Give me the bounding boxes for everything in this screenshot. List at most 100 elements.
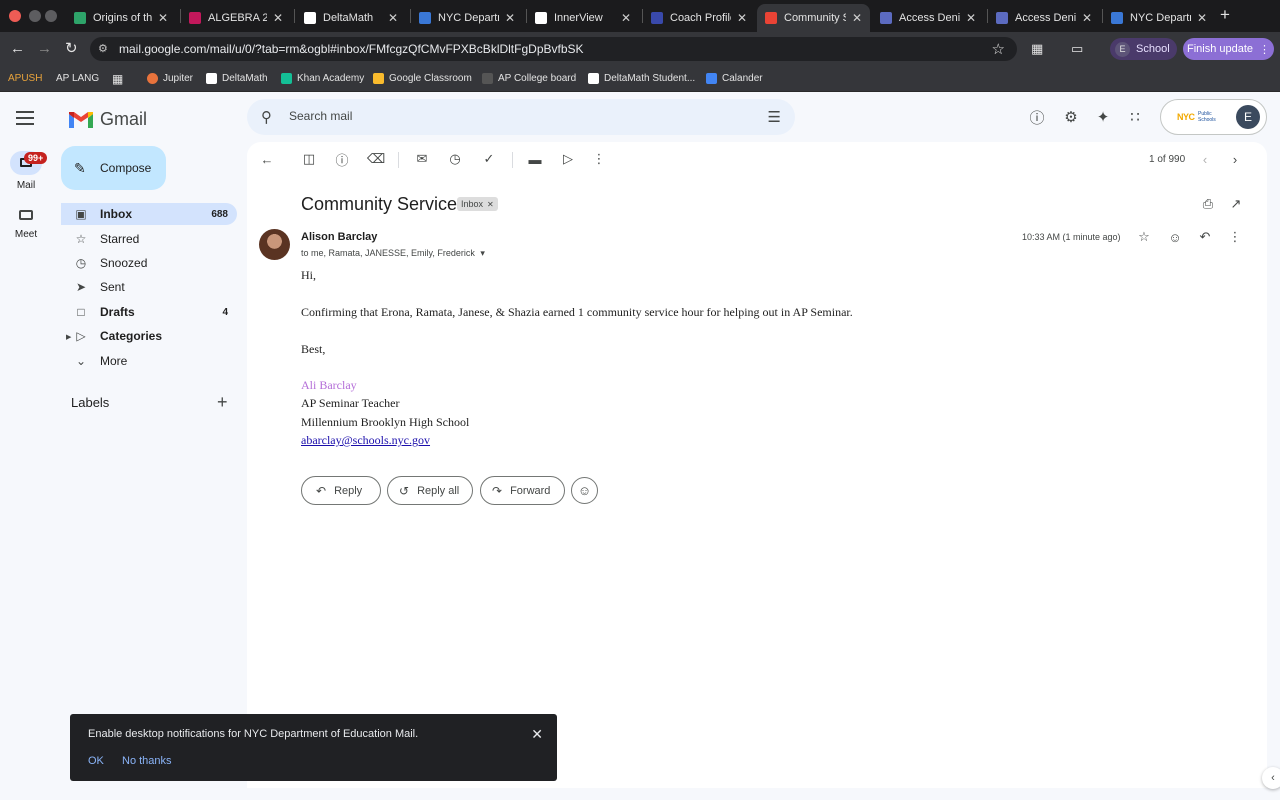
meet-icon[interactable] (19, 210, 33, 220)
forward-icon: ↷ (492, 483, 503, 498)
report-spam-icon[interactable]: ⓘ (334, 151, 350, 168)
sender-avatar[interactable] (259, 229, 290, 260)
bookmark-calander[interactable]: Calander (706, 73, 763, 84)
sidebar-item-inbox[interactable]: ▣ Inbox 688 (61, 203, 237, 225)
compose-button[interactable]: ✎ Compose (61, 146, 166, 190)
browser-tab[interactable]: NYC Departm ✕ (1103, 4, 1215, 32)
move-to-icon[interactable]: ▬ (527, 151, 543, 167)
more-options-icon[interactable]: ⋮ (591, 151, 607, 167)
tab-close-icon[interactable]: ✕ (1197, 11, 1207, 25)
search-input[interactable]: Search mail (289, 109, 352, 123)
emoji-reaction-button[interactable]: ☺ (571, 477, 598, 504)
browser-tab[interactable]: Origins of the ✕ (66, 4, 176, 32)
newer-chevron-icon[interactable]: ‹ (1197, 151, 1213, 167)
bookmark-deltamath[interactable]: DeltaMath (206, 73, 268, 84)
sidebar-item-sent[interactable]: ➤ Sent (61, 276, 237, 298)
cast-icon[interactable]: ▭ (1071, 41, 1083, 57)
browser-tab[interactable]: InnerView ✕ (527, 4, 639, 32)
print-icon[interactable]: ⎙ (1200, 196, 1216, 212)
add-task-icon[interactable]: ✓ (481, 151, 497, 167)
recipients-line[interactable]: to me, Ramata, JANESSE, Emily, Frederick… (301, 248, 485, 259)
older-chevron-icon[interactable]: › (1227, 151, 1243, 167)
address-bar[interactable]: ⚙ mail.google.com/mail/u/0/?tab=rm&ogbl#… (90, 37, 1017, 61)
search-options-icon[interactable]: ☰ (768, 108, 781, 126)
browser-tab[interactable]: Access Denie ✕ (872, 4, 984, 32)
tab-close-icon[interactable]: ✕ (158, 11, 168, 25)
bookmark-jupiter[interactable]: Jupiter (147, 73, 193, 84)
back-to-inbox-icon[interactable]: ← (259, 151, 275, 167)
snooze-icon[interactable]: ◷ (447, 151, 463, 167)
side-panel-toggle-icon[interactable]: ‹ (1262, 767, 1280, 789)
star-message-icon[interactable]: ☆ (1136, 229, 1152, 245)
add-label-icon[interactable]: + (217, 392, 228, 413)
bookmark-apush[interactable]: APUSH (8, 73, 42, 84)
settings-gear-icon[interactable]: ⚙ (1062, 108, 1080, 126)
search-bar[interactable]: ⚲ Search mail ☰ (247, 99, 795, 135)
add-reaction-icon[interactable]: ☺ (1167, 229, 1183, 245)
open-new-window-icon[interactable]: ↗ (1228, 196, 1244, 212)
sidebar-item-more[interactable]: ⌄ More (61, 350, 237, 372)
bookmark-ap-lang[interactable]: AP LANG (56, 73, 99, 84)
bookmark-khan-academy[interactable]: Khan Academy (281, 73, 364, 84)
account-switcher[interactable]: NYC Public Schools E (1160, 99, 1267, 135)
forward-button[interactable]: ↷ Forward (480, 476, 565, 505)
reply-button[interactable]: ↶ Reply (301, 476, 381, 505)
tab-close-icon[interactable]: ✕ (388, 11, 398, 25)
browser-tab-active[interactable]: Community Se ✕ (757, 4, 870, 32)
extensions-icon[interactable]: ▦ (1031, 41, 1043, 57)
finish-update-button[interactable]: Finish update ⋮ (1183, 38, 1274, 60)
gmail-logo[interactable]: Gmail (68, 109, 147, 130)
inbox-label-chip[interactable]: Inbox ✕ (457, 197, 498, 211)
forward-icon[interactable]: → (37, 40, 52, 58)
bookmark-google-classroom[interactable]: Google Classroom (373, 73, 472, 84)
sender-name[interactable]: Alison Barclay (301, 231, 377, 243)
tab-close-icon[interactable]: ✕ (1082, 11, 1092, 25)
main-menu-icon[interactable] (16, 111, 34, 125)
bookmark-star-icon[interactable]: ☆ (992, 40, 1005, 58)
tab-close-icon[interactable]: ✕ (737, 11, 747, 25)
google-apps-icon[interactable]: ∷ (1126, 108, 1144, 126)
bookmark-ap-college-board[interactable]: AP College board (482, 73, 576, 84)
browser-tab[interactable]: ALGEBRA 2 - ✕ (181, 4, 291, 32)
reply-all-button[interactable]: ↺ Reply all (387, 476, 473, 505)
signature-email-link[interactable]: abarclay@schools.nyc.gov (301, 433, 430, 448)
sidebar-item-categories[interactable]: ▷ Categories (61, 325, 237, 347)
mail-unread-badge: 99+ (24, 152, 48, 164)
labels-icon[interactable]: ▷ (560, 151, 576, 167)
tab-close-icon[interactable]: ✕ (966, 11, 976, 25)
search-icon[interactable]: ⚲ (261, 108, 272, 126)
tab-close-icon[interactable]: ✕ (852, 11, 862, 25)
delete-icon[interactable]: ⌫ (367, 151, 385, 167)
snackbar-no-thanks-button[interactable]: No thanks (122, 755, 172, 767)
reload-icon[interactable]: ↻ (65, 40, 78, 58)
gemini-sparkle-icon[interactable]: ✦ (1094, 108, 1112, 126)
sidebar-item-drafts[interactable]: □ Drafts 4 (61, 301, 237, 323)
help-icon[interactable]: ⓘ (1028, 108, 1046, 127)
profile-chip[interactable]: E School (1110, 38, 1177, 60)
archive-icon[interactable]: ◫ (301, 151, 317, 167)
site-info-icon[interactable]: ⚙ (98, 42, 112, 56)
tab-close-icon[interactable]: ✕ (273, 11, 283, 25)
bookmark-deltamath-student[interactable]: DeltaMath Student... (588, 73, 695, 84)
window-zoom-button[interactable] (45, 10, 57, 22)
close-icon[interactable]: ✕ (531, 726, 543, 743)
remove-label-icon[interactable]: ✕ (487, 200, 494, 209)
window-close-button[interactable] (9, 10, 21, 22)
browser-tab[interactable]: Access Denie ✕ (988, 4, 1100, 32)
browser-tab[interactable]: NYC Departm ✕ (411, 4, 523, 32)
sidebar-item-starred[interactable]: ☆ Starred (61, 228, 237, 250)
browser-tab[interactable]: DeltaMath ✕ (296, 4, 406, 32)
new-tab-button[interactable]: + (1220, 5, 1230, 25)
show-details-icon[interactable]: ▾ (480, 248, 485, 258)
apps-grid-icon[interactable]: ▦ (112, 72, 123, 86)
back-icon[interactable]: ← (10, 40, 25, 58)
reply-icon[interactable]: ↶ (1197, 229, 1213, 245)
message-more-icon[interactable]: ⋮ (1227, 229, 1243, 245)
snackbar-ok-button[interactable]: OK (88, 755, 104, 767)
window-minimize-button[interactable] (29, 10, 41, 22)
sidebar-item-snoozed[interactable]: ◷ Snoozed (61, 252, 237, 274)
tab-close-icon[interactable]: ✕ (505, 11, 515, 25)
mark-unread-icon[interactable]: ✉ (414, 151, 430, 167)
tab-close-icon[interactable]: ✕ (621, 11, 631, 25)
browser-tab[interactable]: Coach Profile ✕ (643, 4, 755, 32)
